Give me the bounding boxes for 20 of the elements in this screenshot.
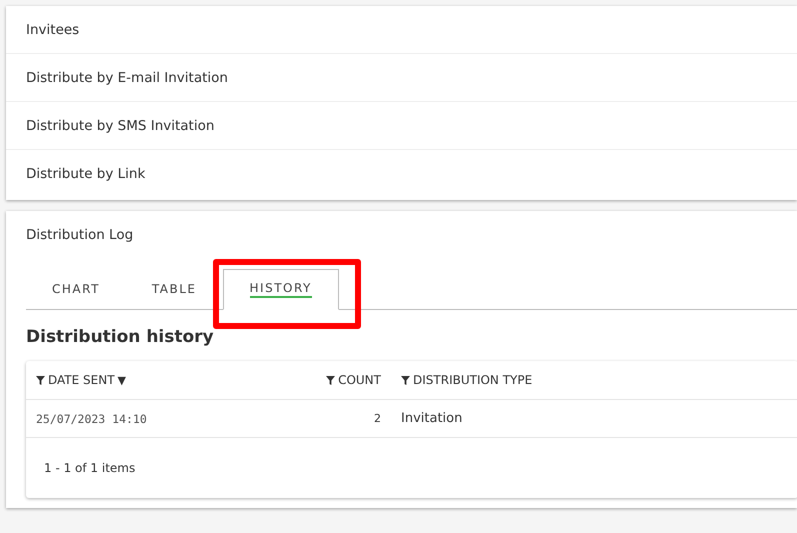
section-title: Distribution Log xyxy=(26,226,134,245)
section-header[interactable]: Invitees xyxy=(6,6,797,54)
tab[interactable]: TABLE xyxy=(126,269,223,309)
sort-indicator[interactable]: ▼ xyxy=(118,374,126,386)
column-header[interactable]: COUNT xyxy=(338,373,381,387)
heading: Distribution history xyxy=(26,327,215,349)
tab[interactable]: CHART xyxy=(26,269,126,309)
section-header[interactable]: Distribute by SMS Invitation xyxy=(6,102,797,150)
filter-icon[interactable] xyxy=(401,376,410,384)
column-header[interactable]: DATE SENT xyxy=(48,373,115,387)
table-cell: Invitation xyxy=(401,411,462,426)
table-cell: 25/07/2023 14:10 xyxy=(36,412,147,426)
pager-info: 1 - 1 of 1 items xyxy=(44,461,136,475)
filter-icon[interactable] xyxy=(326,376,336,384)
tab[interactable]: HISTORY xyxy=(222,269,339,310)
column-header[interactable]: DISTRIBUTION TYPE xyxy=(413,373,532,387)
section-header[interactable]: Distribute by Link xyxy=(6,150,797,198)
filter-icon[interactable] xyxy=(36,376,45,384)
section-header[interactable]: Distribute by E-mail Invitation xyxy=(6,54,797,102)
table-cell: 2 xyxy=(374,412,381,425)
